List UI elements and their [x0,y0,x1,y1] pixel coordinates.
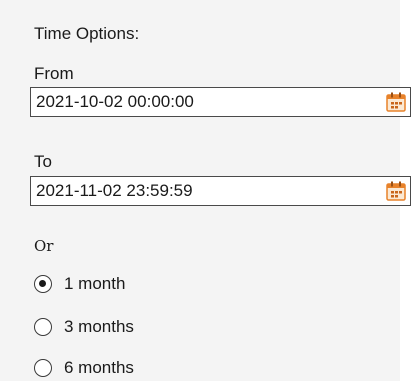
time-options-title: Time Options: [34,24,140,43]
radio-label: 6 months [64,358,134,377]
from-date-input[interactable] [30,87,411,117]
radio-3-months[interactable]: 3 months [34,315,134,339]
calendar-icon[interactable] [385,91,407,113]
radio-6-months[interactable]: 6 months [34,356,134,380]
to-label: To [34,152,52,171]
from-label: From [34,64,74,83]
radio-label: 1 month [64,274,126,293]
radio-1-month[interactable]: 1 month [34,272,125,296]
to-date-input[interactable] [30,176,411,206]
radio-button[interactable] [34,318,52,336]
calendar-icon[interactable] [385,180,407,202]
or-label: Or [34,237,54,255]
radio-button[interactable] [34,359,52,377]
radio-button-checked[interactable] [34,275,52,293]
radio-label: 3 months [64,317,134,336]
